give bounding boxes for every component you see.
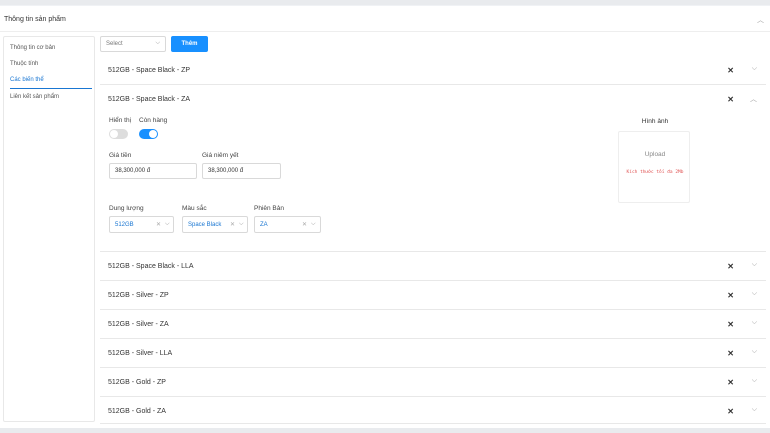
remove-icon[interactable]: ✕ xyxy=(727,291,734,300)
upload-hint: Kích thước tối đa 2Mb xyxy=(626,170,684,175)
chevron-down-icon[interactable]: ⌵ xyxy=(752,319,757,327)
chevron-down-icon[interactable]: ⌵ xyxy=(752,65,757,73)
upload-label: Upload xyxy=(644,151,666,158)
toggle-knob xyxy=(110,130,118,138)
top-bar xyxy=(0,0,770,5)
show-toggle[interactable] xyxy=(109,129,128,139)
nav-item-related-products[interactable]: Liên kết sản phẩm xyxy=(10,94,59,100)
variant-row[interactable]: 512GB - Space Black - LLA ✕ ⌵ xyxy=(100,253,766,281)
active-nav-indicator xyxy=(10,88,92,89)
show-label: Hiển thị xyxy=(109,117,132,124)
version-tag: ZA xyxy=(260,222,268,228)
price-label: Giá tiền xyxy=(109,152,132,159)
clear-icon[interactable]: ✕ xyxy=(230,221,235,228)
card-title: Thông tin sản phẩm xyxy=(4,16,66,23)
variant-row[interactable]: 512GB - Space Black - ZP ✕ ⌵ xyxy=(100,57,766,85)
remove-icon[interactable]: ✕ xyxy=(727,407,734,416)
price-input[interactable]: 38,300,000 đ xyxy=(109,163,197,179)
chevron-down-icon[interactable]: ⌵ xyxy=(752,261,757,269)
variant-row[interactable]: 512GB - Gold - ZA ✕ ⌵ xyxy=(100,398,766,424)
image-label: Hình ảnh xyxy=(641,118,669,125)
variant-row[interactable]: 512GB - Gold - ZP ✕ ⌵ xyxy=(100,369,766,397)
add-variant-button[interactable]: Thêm xyxy=(171,36,208,52)
remove-icon[interactable]: ✕ xyxy=(727,262,734,271)
variant-title: 512GB - Gold - ZP xyxy=(108,379,166,386)
variant-title: 512GB - Silver - LLA xyxy=(108,350,173,357)
chevron-down-icon: ⌵ xyxy=(155,40,160,46)
capacity-label: Dung lượng xyxy=(109,205,144,212)
list-price-value: 38,300,000 đ xyxy=(208,168,244,174)
chevron-down-icon: ⌵ xyxy=(239,221,244,227)
list-price-input[interactable]: 38,300,000 đ xyxy=(202,163,281,179)
chevron-down-icon[interactable]: ⌵ xyxy=(752,290,757,298)
side-nav: Thông tin cơ bản Thuộc tính Các biến thể… xyxy=(3,36,95,422)
toggle-knob xyxy=(149,130,157,138)
color-select[interactable]: Space Black ✕ ⌵ xyxy=(182,216,248,233)
chevron-down-icon: ⌵ xyxy=(311,221,316,227)
remove-icon[interactable]: ✕ xyxy=(727,378,734,387)
bottom-bar xyxy=(0,428,770,433)
variant-title: 512GB - Space Black - ZA xyxy=(108,96,191,103)
chevron-down-icon[interactable]: ⌵ xyxy=(752,377,757,385)
capacity-select[interactable]: 512GB ✕ ⌵ xyxy=(109,216,174,233)
variant-title: 512GB - Gold - ZA xyxy=(108,408,166,415)
color-tag: Space Black xyxy=(188,222,222,228)
stock-label: Còn hàng xyxy=(139,117,168,124)
version-select[interactable]: ZA ✕ ⌵ xyxy=(254,216,321,233)
variant-row[interactable]: 512GB - Silver - LLA ✕ ⌵ xyxy=(100,340,766,368)
nav-item-variants[interactable]: Các biến thể xyxy=(10,77,44,83)
remove-icon[interactable]: ✕ xyxy=(727,349,734,358)
list-price-label: Giá niêm yết xyxy=(202,152,239,159)
color-label: Màu sắc xyxy=(182,205,207,212)
chevron-down-icon: ⌵ xyxy=(165,221,170,227)
variant-select[interactable]: Select ⌵ xyxy=(100,36,166,52)
remove-icon[interactable]: ✕ xyxy=(727,66,734,75)
clear-icon[interactable]: ✕ xyxy=(156,221,161,228)
variant-title: 512GB - Space Black - LLA xyxy=(108,263,194,270)
chevron-up-icon[interactable]: ︿ xyxy=(750,94,757,104)
stock-toggle[interactable] xyxy=(139,129,158,139)
clear-icon[interactable]: ✕ xyxy=(302,221,307,228)
remove-icon[interactable]: ✕ xyxy=(727,320,734,329)
image-upload[interactable]: Upload Kích thước tối đa 2Mb xyxy=(618,131,690,203)
chevron-up-icon[interactable]: ︿ xyxy=(757,15,764,25)
chevron-down-icon[interactable]: ⌵ xyxy=(752,348,757,356)
version-label: Phiên Bản xyxy=(254,205,284,212)
variant-row[interactable]: 512GB - Silver - ZA ✕ ⌵ xyxy=(100,311,766,339)
variant-title: 512GB - Silver - ZP xyxy=(108,292,169,299)
variant-title: 512GB - Space Black - ZP xyxy=(108,67,191,74)
price-value: 38,300,000 đ xyxy=(115,168,151,174)
chevron-down-icon[interactable]: ⌵ xyxy=(752,406,757,414)
nav-item-attributes[interactable]: Thuộc tính xyxy=(10,61,38,67)
variant-row[interactable]: 512GB - Silver - ZP ✕ ⌵ xyxy=(100,282,766,310)
remove-icon[interactable]: ✕ xyxy=(727,95,734,104)
select-placeholder: Select xyxy=(106,41,123,47)
nav-item-basic-info[interactable]: Thông tin cơ bản xyxy=(10,45,55,51)
capacity-tag: 512GB xyxy=(115,222,134,228)
card-header: Thông tin sản phẩm ︿ xyxy=(0,6,770,32)
variant-title: 512GB - Silver - ZA xyxy=(108,321,169,328)
